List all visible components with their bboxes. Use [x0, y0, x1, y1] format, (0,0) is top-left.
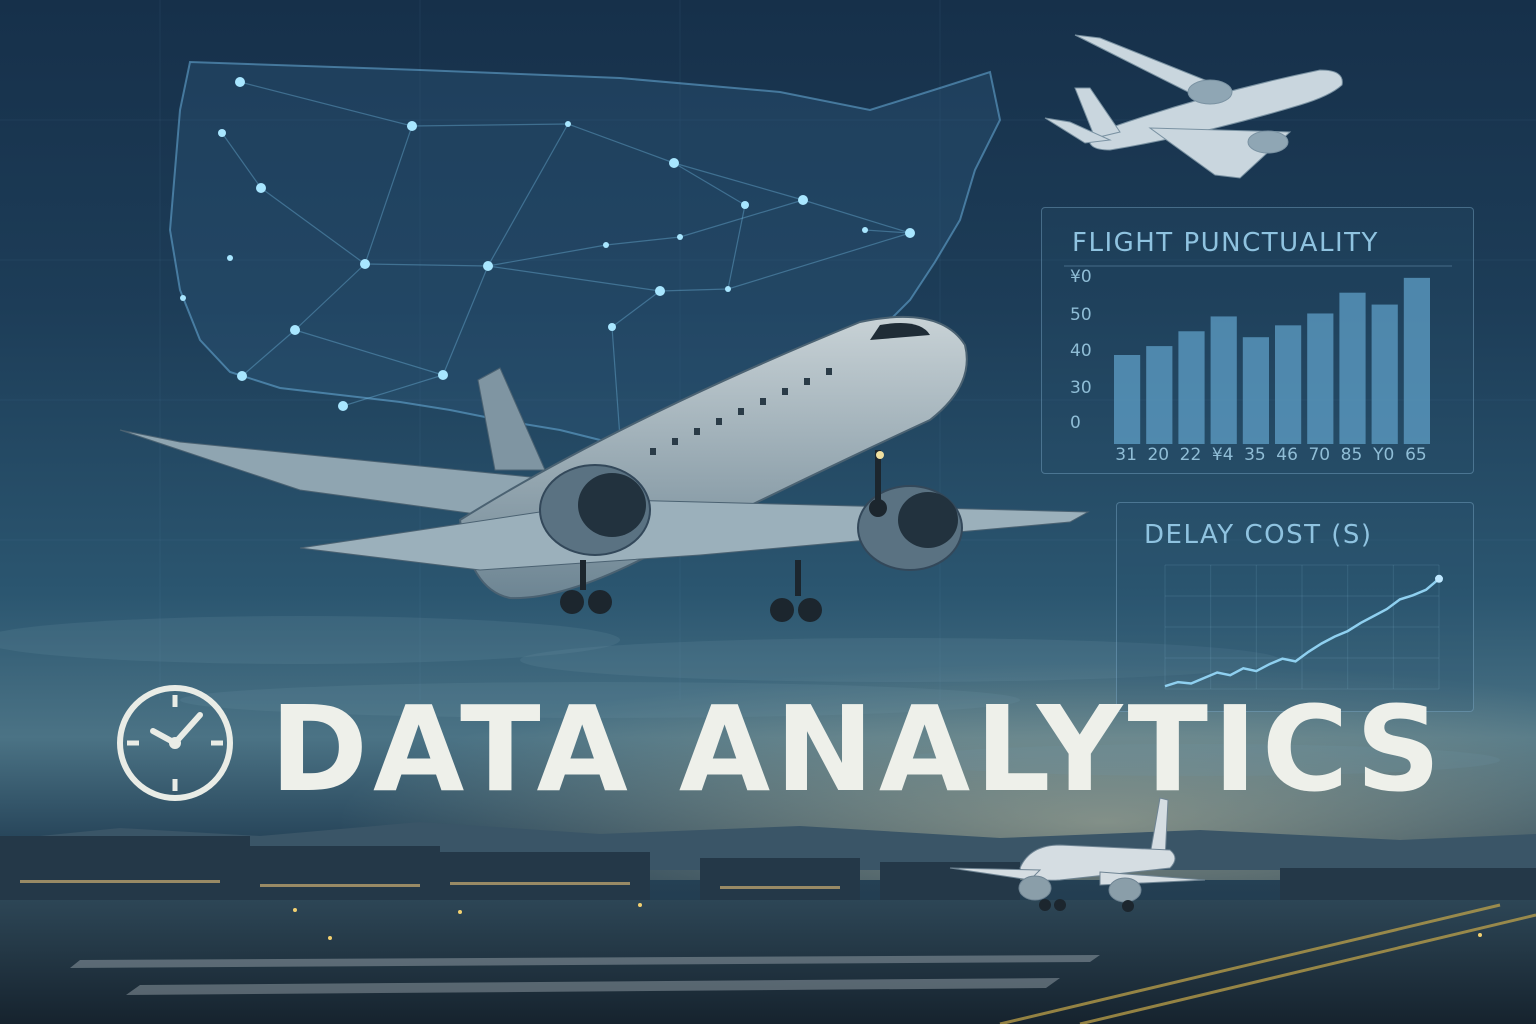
- punctuality-y-tick: ¥0: [1070, 267, 1092, 287]
- punctuality-x-tick: Y0: [1372, 445, 1394, 465]
- delay-cost-endpoint: [1435, 574, 1443, 583]
- punctuality-y-tick: 30: [1070, 378, 1092, 398]
- punctuality-bar: [1339, 292, 1366, 444]
- punctuality-x-tick: 46: [1276, 445, 1298, 465]
- punctuality-bar: [1178, 331, 1205, 444]
- punctuality-bar: [1371, 304, 1398, 444]
- punctuality-y-tick: 50: [1070, 305, 1092, 325]
- punctuality-x-tick: 85: [1341, 445, 1363, 465]
- punctuality-x-tick: 20: [1147, 445, 1169, 465]
- punctuality-x-tick: ¥4: [1212, 445, 1234, 465]
- punctuality-bar: [1146, 346, 1173, 444]
- punctuality-bar: [1242, 337, 1269, 444]
- punctuality-bar: [1307, 313, 1334, 444]
- punctuality-bar: [1210, 316, 1237, 444]
- punctuality-x-tick: 35: [1244, 445, 1266, 465]
- punctuality-y-tick: 0: [1070, 413, 1081, 433]
- punctuality-x-tick: 70: [1308, 445, 1330, 465]
- punctuality-x-tick: 22: [1180, 445, 1202, 465]
- headline-title: DATA ANALYTICS: [270, 680, 1446, 818]
- punctuality-x-tick: 31: [1115, 445, 1137, 465]
- punctuality-bar: [1275, 325, 1302, 444]
- clock-icon: [117, 685, 233, 801]
- flight-punctuality-panel: FLIGHT PUNCTUALITY 0 30 40 50 ¥0 31 20 22 ¥4 35 46…: [1041, 207, 1474, 474]
- punctuality-x-tick: 65: [1405, 445, 1427, 465]
- flight-punctuality-chart: 0 30 40 50 ¥0 31 20 22 ¥4 35 46 70 85 Y0 65: [1064, 265, 1452, 465]
- punctuality-y-tick: 40: [1070, 341, 1092, 361]
- punctuality-bar: [1403, 277, 1430, 444]
- punctuality-bar: [1114, 355, 1141, 444]
